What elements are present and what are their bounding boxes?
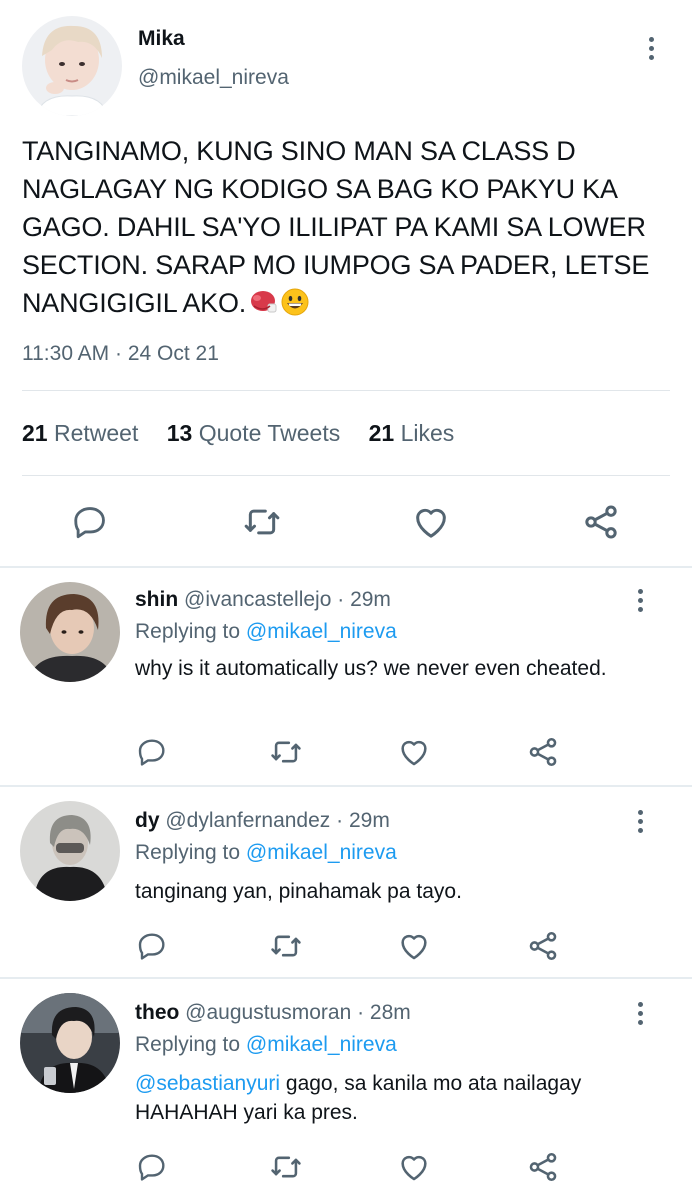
retweet-icon[interactable] (266, 1147, 306, 1187)
share-icon[interactable] (523, 732, 563, 772)
divider (22, 390, 670, 391)
reply-text: @sebastianyuri gago, sa kanila mo ata na… (135, 1069, 655, 1127)
boxing-glove-icon (248, 287, 278, 327)
like-icon[interactable] (394, 926, 434, 966)
more-options-icon[interactable] (641, 33, 661, 63)
quotes-stat[interactable]: 13 Quote Tweets (167, 420, 340, 446)
tweet-text: TANGINAMO, KUNG SINO MAN SA CLASS D NAGL… (22, 132, 672, 327)
reply-avatar[interactable] (20, 582, 120, 682)
reply-header: theo @augustusmoran · 28m (135, 1001, 411, 1025)
reply-text: why is it automatically us? we never eve… (135, 657, 607, 680)
reply-icon[interactable] (132, 1147, 172, 1187)
reply-author-handle[interactable]: @augustusmoran (185, 1001, 351, 1024)
reply-time[interactable]: · 29m (337, 588, 391, 611)
reply-author-handle[interactable]: @dylanfernandez (165, 809, 330, 832)
mention-link[interactable]: @sebastianyuri (135, 1072, 280, 1095)
reply-avatar[interactable] (20, 801, 120, 901)
reply-time[interactable]: · 28m (357, 1001, 411, 1024)
more-options-icon[interactable] (630, 585, 650, 615)
reply-icon[interactable] (68, 500, 112, 544)
reply-icon[interactable] (132, 732, 172, 772)
tweet-actions (0, 500, 692, 544)
tweet-stats: 21 Retweet 13 Quote Tweets 21 Likes (22, 420, 476, 447)
like-icon[interactable] (409, 500, 453, 544)
tweet-timestamp[interactable]: 11:30 AM · 24 Oct 21 (22, 342, 219, 366)
reply-icon[interactable] (132, 926, 172, 966)
reply-header: shin @ivancastellejo · 29m (135, 588, 391, 612)
share-icon[interactable] (523, 926, 563, 966)
retweets-label: Retweet (53, 420, 139, 446)
retweets-stat[interactable]: 21 Retweet (22, 420, 138, 446)
share-icon[interactable] (523, 1147, 563, 1187)
more-options-icon[interactable] (630, 998, 650, 1028)
replying-to-link[interactable]: @mikael_nireva (246, 620, 397, 643)
reply-actions (0, 926, 692, 966)
likes-label: Likes (400, 420, 455, 446)
retweet-icon[interactable] (240, 500, 284, 544)
reply-author-name[interactable]: theo (135, 1001, 179, 1024)
replying-to-label: Replying to (135, 841, 241, 864)
reply-actions (0, 732, 692, 772)
reply-item[interactable]: theo @augustusmoran · 28m Replying to @m… (0, 979, 692, 1200)
tweet-body: TANGINAMO, KUNG SINO MAN SA CLASS D NAGL… (22, 136, 650, 318)
replying-to: Replying to @mikael_nireva (135, 620, 397, 644)
reply-header: dy @dylanfernandez · 29m (135, 809, 390, 833)
author-handle[interactable]: @mikael_nireva (138, 66, 289, 90)
retweet-icon[interactable] (266, 926, 306, 966)
share-icon[interactable] (579, 500, 623, 544)
grinning-face-icon (280, 287, 310, 327)
quotes-count: 13 (166, 420, 193, 446)
reply-time[interactable]: · 29m (336, 809, 390, 832)
reply-item[interactable]: shin @ivancastellejo · 29m Replying to @… (0, 568, 692, 784)
retweet-icon[interactable] (266, 732, 306, 772)
likes-count: 21 (368, 420, 395, 446)
author-avatar[interactable] (22, 16, 122, 116)
like-icon[interactable] (394, 1147, 434, 1187)
replying-to-link[interactable]: @mikael_nireva (246, 1033, 397, 1056)
more-options-icon[interactable] (630, 806, 650, 836)
reply-author-handle[interactable]: @ivancastellejo (184, 588, 331, 611)
retweets-count: 21 (22, 420, 48, 446)
author-name[interactable]: Mika (138, 27, 185, 51)
replying-to: Replying to @mikael_nireva (135, 1033, 397, 1057)
main-tweet: Mika @mikael_nireva TANGINAMO, KUNG SINO… (0, 0, 692, 565)
reply-avatar[interactable] (20, 993, 120, 1093)
replying-to-link[interactable]: @mikael_nireva (246, 841, 397, 864)
likes-stat[interactable]: 21 Likes (369, 420, 455, 446)
replying-to-label: Replying to (135, 1033, 241, 1056)
reply-author-name[interactable]: shin (135, 588, 178, 611)
quotes-label: Quote Tweets (198, 420, 341, 446)
replying-to: Replying to @mikael_nireva (135, 841, 397, 865)
divider (22, 475, 670, 476)
reply-actions (0, 1147, 692, 1187)
reply-author-name[interactable]: dy (135, 809, 160, 832)
replying-to-label: Replying to (135, 620, 241, 643)
like-icon[interactable] (394, 732, 434, 772)
reply-item[interactable]: dy @dylanfernandez · 29m Replying to @mi… (0, 787, 692, 977)
reply-text: tanginang yan, pinahamak pa tayo. (135, 880, 462, 903)
